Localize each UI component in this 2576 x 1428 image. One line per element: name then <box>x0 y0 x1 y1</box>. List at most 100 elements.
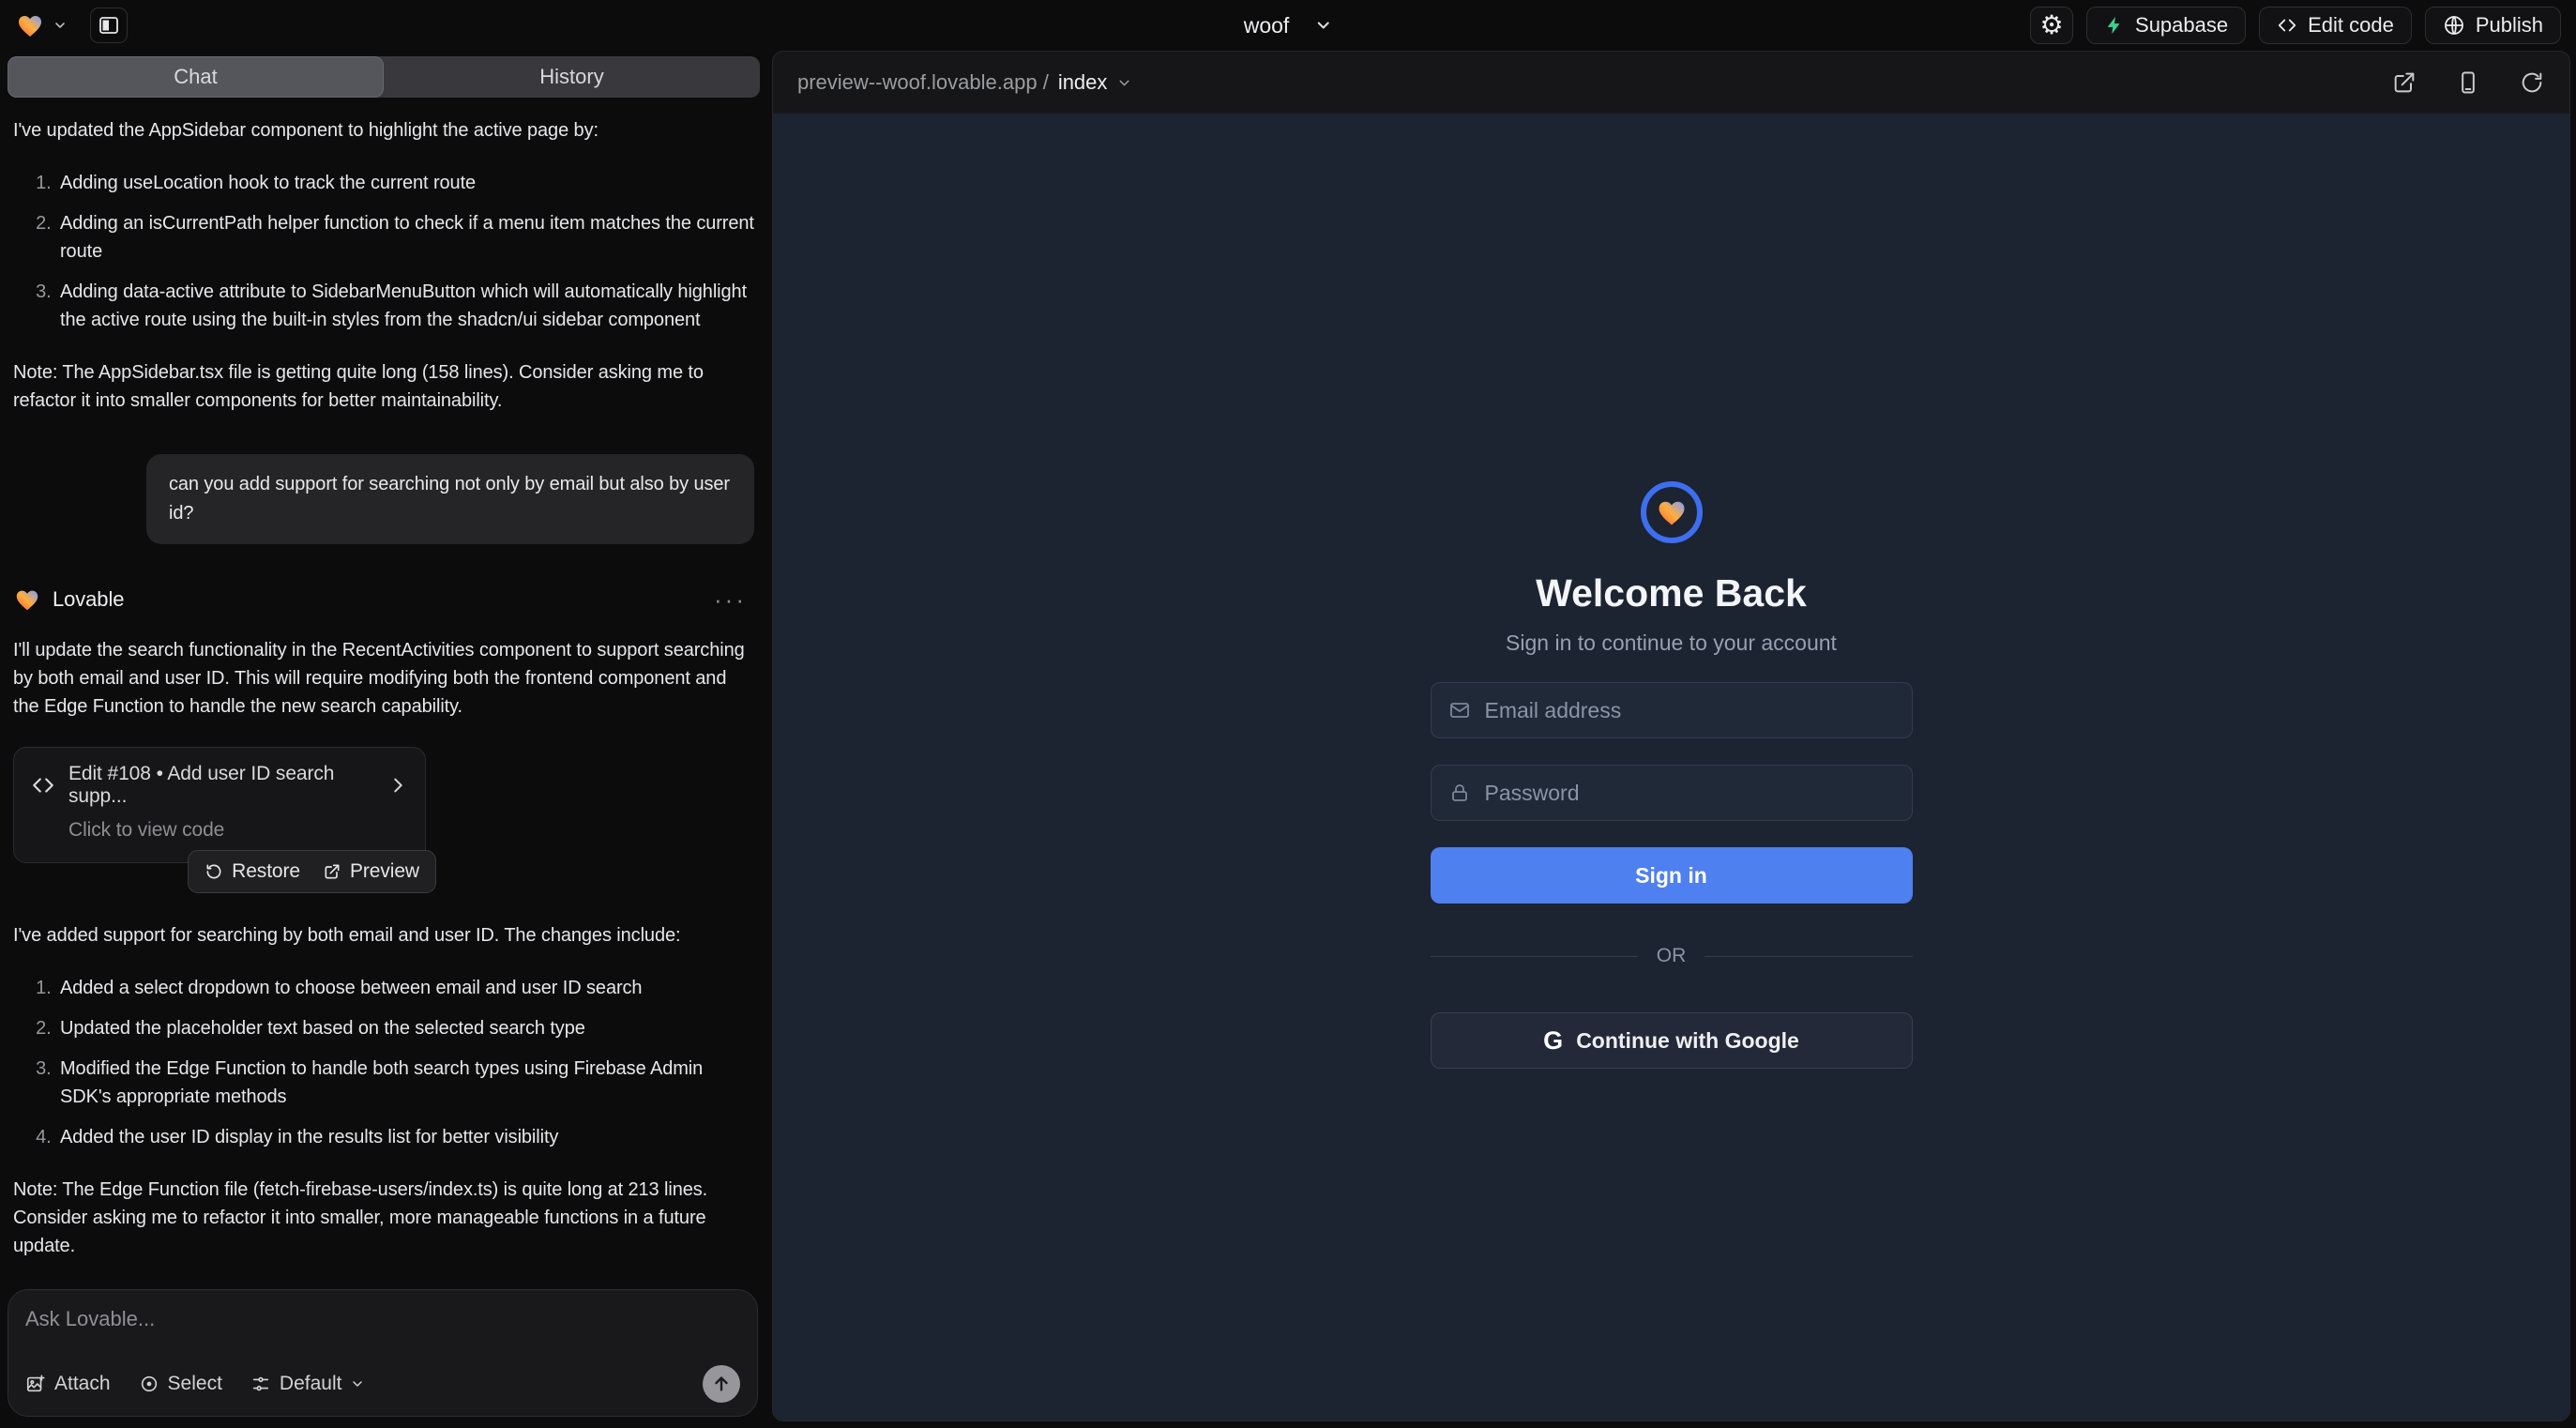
auth-subtitle: Sign in to continue to your account <box>1506 630 1837 656</box>
preview-button[interactable]: Preview <box>323 860 419 883</box>
external-link-icon <box>323 862 341 881</box>
lovable-heart-icon <box>15 10 45 40</box>
or-divider: OR <box>1431 945 1913 967</box>
divider-line <box>1431 956 1638 957</box>
lock-icon <box>1448 782 1471 804</box>
list-item: Added the user ID display in the results… <box>56 1123 754 1151</box>
chevron-down-icon <box>1313 16 1332 35</box>
select-label: Select <box>168 1373 222 1395</box>
envelope-icon <box>1448 699 1471 722</box>
panel-layout-icon <box>98 14 120 37</box>
code-brackets-icon <box>2277 15 2297 36</box>
code-brackets-icon <box>31 773 55 798</box>
gear-icon: ⚙ <box>2039 12 2063 38</box>
edit-code-button[interactable]: Edit code <box>2259 7 2412 44</box>
lovable-avatar <box>13 585 41 614</box>
refresh-icon <box>2519 69 2545 96</box>
divider-line <box>1705 956 1912 957</box>
assistant-message: I'll update the search functionality in … <box>13 636 754 721</box>
select-button[interactable]: Select <box>139 1373 222 1395</box>
sign-in-button[interactable]: Sign in <box>1431 847 1913 904</box>
project-name: woof <box>1244 13 1290 38</box>
mobile-view-button[interactable] <box>2455 69 2481 96</box>
preview-url-host: preview--woof.lovable.app / <box>797 70 1049 95</box>
assistant-list: Adding useLocation hook to track the cur… <box>13 169 754 334</box>
edit-code-label: Edit code <box>2308 13 2394 38</box>
preview-panel: preview--woof.lovable.app / index <box>772 51 2570 1421</box>
tab-history[interactable]: History <box>384 56 760 98</box>
chevron-right-icon <box>387 775 408 796</box>
or-label: OR <box>1657 945 1687 967</box>
supabase-button[interactable]: Supabase <box>2086 7 2246 44</box>
assistant-note: Note: The AppSidebar.tsx file is getting… <box>13 358 754 415</box>
assistant-message: I've updated the AppSidebar component to… <box>13 116 754 144</box>
external-link-icon <box>2391 69 2417 96</box>
topbar: woof ⚙ Supabase Edit code Publish <box>0 0 2576 51</box>
preview-header: preview--woof.lovable.app / index <box>773 52 2569 114</box>
sidebar-toggle-button[interactable] <box>90 8 128 43</box>
chat-panel: Chat History I've updated the AppSidebar… <box>0 51 767 1428</box>
chevron-down-icon <box>53 18 68 33</box>
edit-card-title: Edit #108 • Add user ID search supp... <box>68 763 374 808</box>
google-sign-in-button[interactable]: G Continue with Google <box>1431 1012 1913 1069</box>
version-actions: Restore Preview <box>188 850 436 893</box>
image-plus-icon <box>25 1374 46 1394</box>
list-item: Adding an isCurrentPath helper function … <box>56 209 754 266</box>
auth-title: Welcome Back <box>1536 571 1807 615</box>
edit-card-subtitle: Click to view code <box>68 819 408 842</box>
list-item: Modified the Edge Function to handle bot… <box>56 1055 754 1111</box>
password-field[interactable] <box>1431 765 1913 821</box>
target-icon <box>139 1374 159 1394</box>
edit-version-card[interactable]: Edit #108 • Add user ID search supp... C… <box>13 747 426 863</box>
list-item: Added a select dropdown to choose betwee… <box>56 974 754 1002</box>
preview-url-dropdown[interactable]: preview--woof.lovable.app / index <box>797 70 1132 95</box>
globe-icon <box>2443 14 2465 37</box>
preview-label: Preview <box>350 860 419 883</box>
message-menu-icon[interactable]: ··· <box>714 585 747 615</box>
google-g-icon: G <box>1543 1026 1563 1056</box>
mode-label: Default <box>280 1373 342 1395</box>
mobile-phone-icon <box>2455 69 2481 96</box>
project-switcher[interactable]: woof <box>1244 0 1333 51</box>
list-item: Adding data-active attribute to SidebarM… <box>56 278 754 334</box>
open-in-new-tab-button[interactable] <box>2391 69 2417 96</box>
chevron-down-icon <box>350 1376 365 1391</box>
refresh-button[interactable] <box>2519 69 2545 96</box>
attach-button[interactable]: Attach <box>25 1373 111 1395</box>
arrow-up-icon <box>711 1374 732 1394</box>
composer: Attach Select Default <box>8 1289 758 1417</box>
settings-button[interactable]: ⚙ <box>2030 7 2073 44</box>
mode-dropdown[interactable]: Default <box>250 1373 366 1395</box>
assistant-list: Added a select dropdown to choose betwee… <box>13 974 754 1151</box>
restore-label: Restore <box>232 860 300 883</box>
publish-label: Publish <box>2476 13 2543 38</box>
tab-chat[interactable]: Chat <box>8 56 384 98</box>
assistant-name: Lovable <box>53 587 124 612</box>
publish-button[interactable]: Publish <box>2425 7 2561 44</box>
preview-url-page: index <box>1058 70 1108 95</box>
chevron-down-icon <box>1116 75 1132 91</box>
restore-icon <box>205 862 223 881</box>
user-message-bubble: can you add support for searching not on… <box>146 454 754 544</box>
assistant-message: I've added support for searching by both… <box>13 921 754 949</box>
list-item: Updated the placeholder text based on th… <box>56 1014 754 1042</box>
assistant-note: Note: The Edge Function file (fetch-fire… <box>13 1176 754 1260</box>
list-item: Adding useLocation hook to track the cur… <box>56 169 754 197</box>
lovable-logo-menu[interactable] <box>15 10 68 40</box>
restore-button[interactable]: Restore <box>205 860 300 883</box>
preview-viewport: Welcome Back Sign in to continue to your… <box>773 114 2569 1420</box>
email-field[interactable] <box>1431 682 1913 738</box>
email-input[interactable] <box>1485 698 1895 723</box>
sliders-icon <box>250 1374 271 1394</box>
attach-label: Attach <box>54 1373 111 1395</box>
supabase-bolt-icon <box>2104 15 2125 36</box>
chat-messages: I've updated the AppSidebar component to… <box>0 98 767 1276</box>
chat-input[interactable] <box>25 1307 740 1331</box>
password-input[interactable] <box>1485 781 1895 806</box>
supabase-label: Supabase <box>2135 13 2228 38</box>
google-label: Continue with Google <box>1576 1028 1799 1054</box>
send-button[interactable] <box>703 1365 740 1403</box>
chat-history-tabs: Chat History <box>8 56 760 98</box>
app-logo <box>1641 481 1703 543</box>
assistant-header: Lovable ··· <box>13 585 754 614</box>
